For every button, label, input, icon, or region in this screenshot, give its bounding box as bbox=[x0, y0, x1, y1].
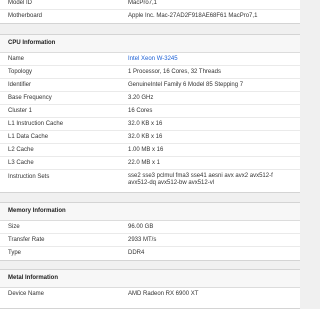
row-value: DDR4 bbox=[128, 250, 145, 256]
row-label: Cluster 1 bbox=[8, 108, 33, 114]
row-label: Model ID bbox=[8, 0, 33, 6]
row-value: 32.0 KB x 16 bbox=[128, 121, 163, 127]
row-value: 16 Cores bbox=[128, 108, 153, 114]
info-row-l2-cache: L2 Cache 1.00 MB x 16 bbox=[0, 144, 300, 157]
section-title: CPU Information bbox=[0, 35, 300, 53]
info-row-cluster-1: Cluster 1 16 Cores bbox=[0, 105, 300, 118]
section-title: Memory Information bbox=[0, 203, 300, 221]
memory-information-card: Memory Information Size 96.00 GB Transfe… bbox=[0, 202, 300, 261]
row-label: Device Name bbox=[8, 291, 45, 297]
info-row-l1-instruction-cache: L1 Instruction Cache 32.0 KB x 16 bbox=[0, 118, 300, 131]
row-value: AMD Radeon RX 6900 XT bbox=[128, 291, 199, 297]
row-value: 3.20 GHz bbox=[128, 95, 154, 101]
info-row-name: Name Intel Xeon W-3245 bbox=[0, 53, 300, 66]
info-row-size: Size 96.00 GB bbox=[0, 221, 300, 234]
row-value: 32.0 KB x 16 bbox=[128, 134, 163, 140]
row-value: Apple Inc. Mac-27AD2F918AE68F61 MacPro7,… bbox=[128, 13, 258, 19]
row-label: Instruction Sets bbox=[8, 174, 50, 180]
info-row-base-frequency: Base Frequency 3.20 GHz bbox=[0, 92, 300, 105]
row-label: L1 Instruction Cache bbox=[8, 121, 64, 127]
info-row-model-id: Model ID MacPro7,1 bbox=[0, 0, 300, 10]
cpu-information-card: CPU Information Name Intel Xeon W-3245 T… bbox=[0, 34, 300, 193]
row-label: L1 Data Cache bbox=[8, 134, 49, 140]
info-row-l3-cache: L3 Cache 22.0 MB x 1 bbox=[0, 157, 300, 170]
row-value: sse2 sse3 pclmul fma3 sse41 aesni avx av… bbox=[128, 173, 273, 186]
info-row-instruction-sets: Instruction Sets sse2 sse3 pclmul fma3 s… bbox=[0, 170, 300, 192]
info-row-topology: Topology 1 Processor, 16 Cores, 32 Threa… bbox=[0, 66, 300, 79]
info-row-motherboard: Motherboard Apple Inc. Mac-27AD2F918AE68… bbox=[0, 10, 300, 23]
info-row-device-name: Device Name AMD Radeon RX 6900 XT bbox=[0, 288, 300, 301]
row-label: Name bbox=[8, 56, 25, 62]
info-row-type: Type DDR4 bbox=[0, 247, 300, 260]
row-value: 96.00 GB bbox=[128, 224, 154, 230]
row-value: GenuineIntel Family 6 Model 85 Stepping … bbox=[128, 82, 244, 88]
cpu-name-link[interactable]: Intel Xeon W-3245 bbox=[128, 53, 294, 66]
row-label: Base Frequency bbox=[8, 95, 52, 101]
row-value: MacPro7,1 bbox=[128, 0, 158, 6]
info-row-identifier: Identifier GenuineIntel Family 6 Model 8… bbox=[0, 79, 300, 92]
info-row-transfer-rate: Transfer Rate 2933 MT/s bbox=[0, 234, 300, 247]
row-value: 22.0 MB x 1 bbox=[128, 160, 161, 166]
section-title: Metal Information bbox=[0, 270, 300, 288]
row-label: Type bbox=[8, 250, 22, 256]
row-label: L3 Cache bbox=[8, 160, 34, 166]
info-row-l1-data-cache: L1 Data Cache 32.0 KB x 16 bbox=[0, 131, 300, 144]
row-label: Size bbox=[8, 224, 20, 230]
system-info-card: Model ID MacPro7,1 Motherboard Apple Inc… bbox=[0, 0, 300, 24]
row-label: L2 Cache bbox=[8, 147, 34, 153]
metal-information-card: Metal Information Device Name AMD Radeon… bbox=[0, 269, 300, 309]
row-label: Identifier bbox=[8, 82, 32, 88]
row-value: 1 Processor, 16 Cores, 32 Threads bbox=[128, 69, 221, 75]
row-label: Topology bbox=[8, 69, 33, 75]
row-label: Motherboard bbox=[8, 13, 43, 19]
row-value: 1.00 MB x 16 bbox=[128, 147, 164, 153]
row-label: Transfer Rate bbox=[8, 237, 45, 243]
row-value: 2933 MT/s bbox=[128, 237, 157, 243]
